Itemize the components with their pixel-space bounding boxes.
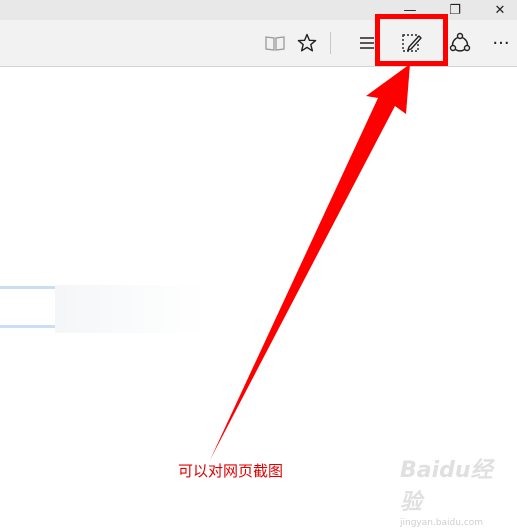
restore-icon: ❐ (449, 2, 461, 18)
web-page-content (0, 67, 517, 512)
close-icon: ✕ (494, 2, 506, 18)
hub-icon (360, 37, 374, 49)
watermark: Baidu经验 jingyan.baidu.com (400, 452, 512, 528)
toolbar-separator (330, 32, 331, 54)
highlight-box (375, 14, 448, 66)
watermark-logo: Baidu经验 (400, 458, 493, 515)
blurred-content-block (55, 285, 205, 333)
share-button[interactable] (443, 20, 477, 66)
reading-view-button[interactable] (258, 20, 292, 66)
favorite-button[interactable] (290, 20, 324, 66)
reading-view-icon (265, 36, 285, 51)
close-button[interactable]: ✕ (480, 0, 517, 20)
watermark-url: jingyan.baidu.com (400, 518, 484, 528)
blurred-content-bottom (0, 325, 56, 328)
share-icon (449, 32, 471, 52)
annotation-text: 可以对网页截图 (178, 462, 284, 480)
favorite-star-icon (297, 33, 317, 52)
more-button[interactable]: ··· (484, 20, 517, 66)
more-icon: ··· (492, 32, 510, 54)
